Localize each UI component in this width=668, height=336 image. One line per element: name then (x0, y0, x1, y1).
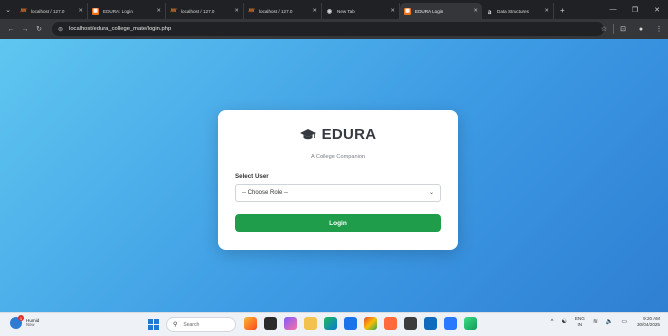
toolbar-actions: ☆ ⊡ ● ⋮ (595, 19, 668, 39)
taskbar: 1 Humid Now ⚲ Search ^ ☯ ENG IN ≋ 🔈 ▭ 9:… (0, 312, 668, 336)
close-icon[interactable]: ✕ (544, 8, 549, 14)
chrome-icon: ◉ (326, 8, 333, 15)
weather-icon: 1 (10, 315, 24, 329)
close-window-icon[interactable]: ✕ (646, 6, 668, 14)
page-icon: ａ (486, 9, 493, 16)
role-select-value: -- Choose Role -- (242, 190, 289, 196)
clock-date: 30/04/2025 (637, 321, 660, 327)
address-bar[interactable]: ⊜ localhost/edura_college_mate/login.php (52, 22, 604, 36)
xampp-icon: ꟿ (248, 8, 255, 14)
edge-icon[interactable] (324, 317, 337, 330)
close-icon[interactable]: ✕ (473, 8, 478, 14)
system-tray: ^ ☯ ENG IN ≋ 🔈 ▭ 9:20 AM 30/04/2025 (543, 316, 660, 327)
xampp-icon: ꟿ (170, 8, 177, 14)
tab-search-icon[interactable]: ⌄ (0, 0, 16, 19)
tab-title: EDURA: Login (103, 8, 133, 14)
close-icon[interactable]: ✕ (234, 8, 239, 14)
vscode-icon[interactable] (444, 317, 457, 330)
search-icon: ⚲ (173, 322, 178, 328)
tab-title: localhost / 127.0 (31, 8, 65, 14)
bookmark-star-icon[interactable]: ☆ (595, 25, 613, 33)
weather-widget[interactable]: 1 Humid Now (10, 315, 39, 329)
minimize-icon[interactable]: — (602, 6, 624, 13)
chrome-icon[interactable] (364, 317, 377, 330)
browser-toolbar: ← → ↻ ⊜ localhost/edura_college_mate/log… (0, 19, 668, 39)
clock[interactable]: 9:20 AM 30/04/2025 (637, 316, 660, 327)
tab-title: New Tab (337, 8, 355, 14)
wifi-icon[interactable]: ≋ (593, 318, 598, 325)
tab-data-structures[interactable]: ａ Data Structures ✕ (482, 3, 554, 19)
settings-icon[interactable] (404, 317, 417, 330)
login-button-label: Login (329, 219, 347, 227)
taskbar-search[interactable]: ⚲ Search (166, 317, 236, 332)
close-icon[interactable]: ✕ (390, 8, 395, 14)
search-placeholder: Search (183, 321, 200, 328)
brand-subtitle: A College Companion (310, 154, 366, 160)
site-info-icon[interactable]: ⊜ (58, 26, 63, 33)
browser-tab-strip: ⌄ ꟿ localhost / 127.0 ✕ ▦ EDURA: Login ✕… (0, 0, 668, 19)
office-icon[interactable] (384, 317, 397, 330)
brand-name: EDURA (321, 126, 377, 143)
login-card: EDURA A College Companion Select User --… (218, 110, 458, 250)
task-view-icon[interactable] (264, 317, 277, 330)
tab-localhost-2[interactable]: ꟿ localhost / 127.0 ✕ (166, 3, 244, 19)
widgets-icon[interactable] (244, 317, 257, 330)
url-text: localhost/edura_college_mate/login.php (69, 26, 172, 32)
tab-localhost-1[interactable]: ꟿ localhost / 127.0 ✕ (16, 3, 88, 19)
language-indicator[interactable]: ENG IN (575, 316, 585, 326)
extensions-icon[interactable]: ⊡ (614, 25, 632, 33)
reload-icon[interactable]: ↻ (32, 25, 46, 33)
file-explorer-icon[interactable] (304, 317, 317, 330)
close-icon[interactable]: ✕ (156, 8, 161, 14)
notification-badge: 1 (18, 315, 24, 321)
windows-start-icon[interactable] (148, 319, 159, 330)
tab-edura-login-1[interactable]: ▦ EDURA: Login ✕ (88, 3, 166, 19)
graduation-cap-icon (299, 128, 316, 139)
tab-title: localhost / 127.0 (259, 8, 293, 14)
tab-new-tab[interactable]: ◉ New Tab ✕ (322, 3, 400, 19)
tab-title: localhost / 127.0 (181, 8, 215, 14)
maximize-icon[interactable]: ❐ (624, 6, 646, 14)
window-controls: — ❐ ✕ (602, 0, 668, 19)
new-tab-button[interactable]: + (554, 6, 571, 15)
role-select[interactable]: -- Choose Role -- ⌄ (235, 184, 441, 202)
sync-icon[interactable]: ☯ (561, 318, 566, 325)
edura-icon: ▦ (92, 7, 99, 15)
select-user-label: Select User (235, 173, 269, 180)
chevron-down-icon: ⌄ (428, 190, 434, 196)
chevron-up-icon[interactable]: ^ (551, 319, 554, 325)
profile-icon[interactable]: ● (632, 26, 650, 33)
app-icon[interactable] (464, 317, 477, 330)
tab-title: Data Structures (497, 8, 529, 14)
store-icon[interactable] (344, 317, 357, 330)
close-icon[interactable]: ✕ (78, 8, 83, 14)
pinned-apps (244, 317, 484, 330)
language-code: ENG (574, 316, 585, 322)
battery-icon[interactable]: ▭ (621, 318, 627, 325)
mail-icon[interactable] (424, 317, 437, 330)
weather-time: Now (26, 322, 35, 328)
login-button[interactable]: Login (235, 214, 441, 232)
tab-edura-login-active[interactable]: ▦ EDURA Login ✕ (400, 3, 482, 19)
menu-icon[interactable]: ⋮ (650, 25, 668, 33)
back-icon[interactable]: ← (4, 26, 18, 33)
close-icon[interactable]: ✕ (312, 8, 317, 14)
forward-icon[interactable]: → (18, 26, 32, 33)
page-viewport: EDURA A College Companion Select User --… (0, 39, 668, 312)
region-code: IN (577, 321, 583, 327)
edura-icon: ▦ (404, 7, 411, 15)
copilot-icon[interactable] (284, 317, 297, 330)
tab-title: EDURA Login (415, 8, 444, 14)
brand: EDURA (218, 126, 458, 143)
volume-icon[interactable]: 🔈 (606, 318, 613, 325)
xampp-icon: ꟿ (20, 8, 27, 14)
tab-localhost-3[interactable]: ꟿ localhost / 127.0 ✕ (244, 3, 322, 19)
